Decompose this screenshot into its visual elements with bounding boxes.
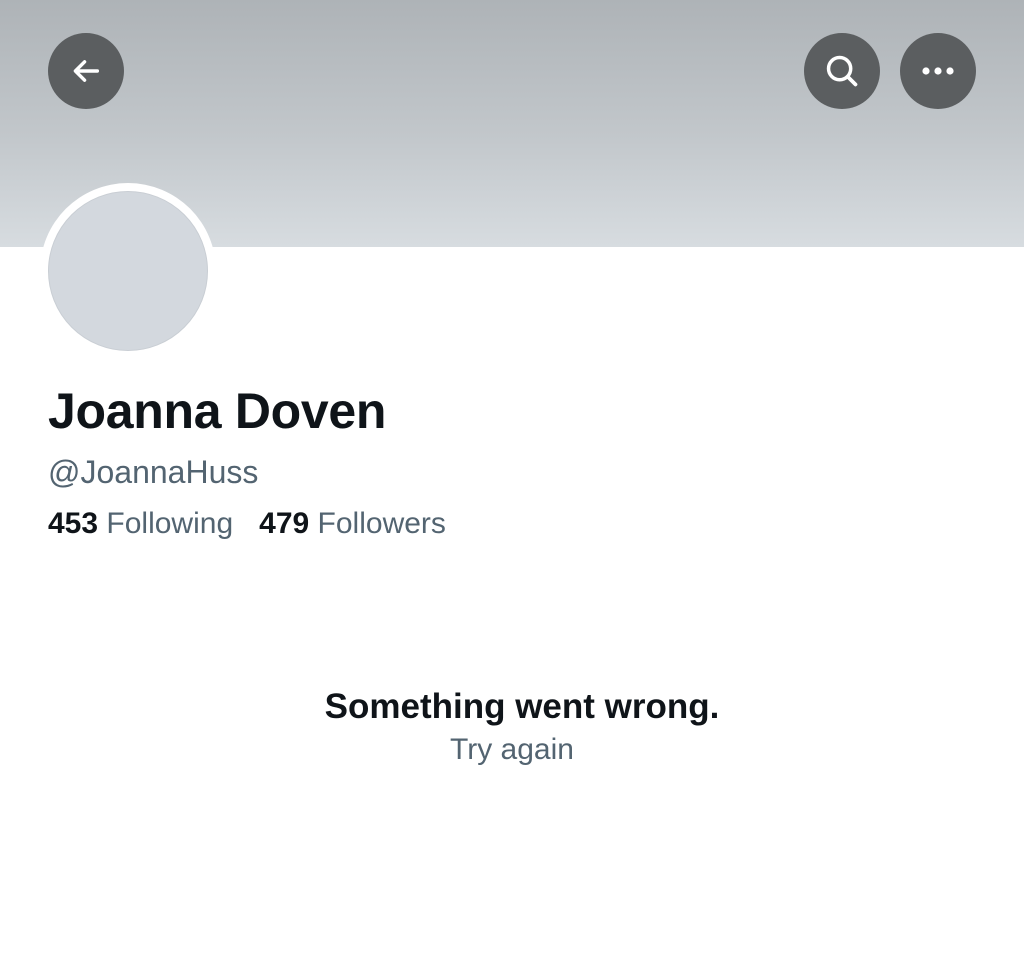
avatar[interactable] [48, 191, 208, 351]
error-message-block: Something went wrong. Try again [0, 684, 1024, 770]
user-handle: @JoannaHuss [48, 454, 259, 490]
followers-count: 479 [259, 507, 310, 540]
following-count: 453 [48, 507, 99, 540]
back-button[interactable] [48, 33, 124, 109]
followers-link[interactable]: 479 Followers [259, 505, 446, 543]
try-again-button[interactable]: Try again [450, 730, 574, 770]
follow-stats: 453 Following 479 Followers [48, 505, 446, 543]
error-title: Something went wrong. [324, 687, 720, 726]
more-horizontal-icon [922, 67, 954, 75]
following-label: Following [106, 507, 234, 540]
search-icon [826, 55, 858, 87]
followers-label: Followers [317, 507, 446, 540]
more-options-button[interactable] [900, 33, 976, 109]
avatar-ring [40, 183, 216, 359]
following-link[interactable]: 453 Following [48, 505, 233, 543]
arrow-left-icon [73, 60, 100, 82]
display-name: Joanna Doven [48, 383, 387, 439]
search-button[interactable] [804, 33, 880, 109]
